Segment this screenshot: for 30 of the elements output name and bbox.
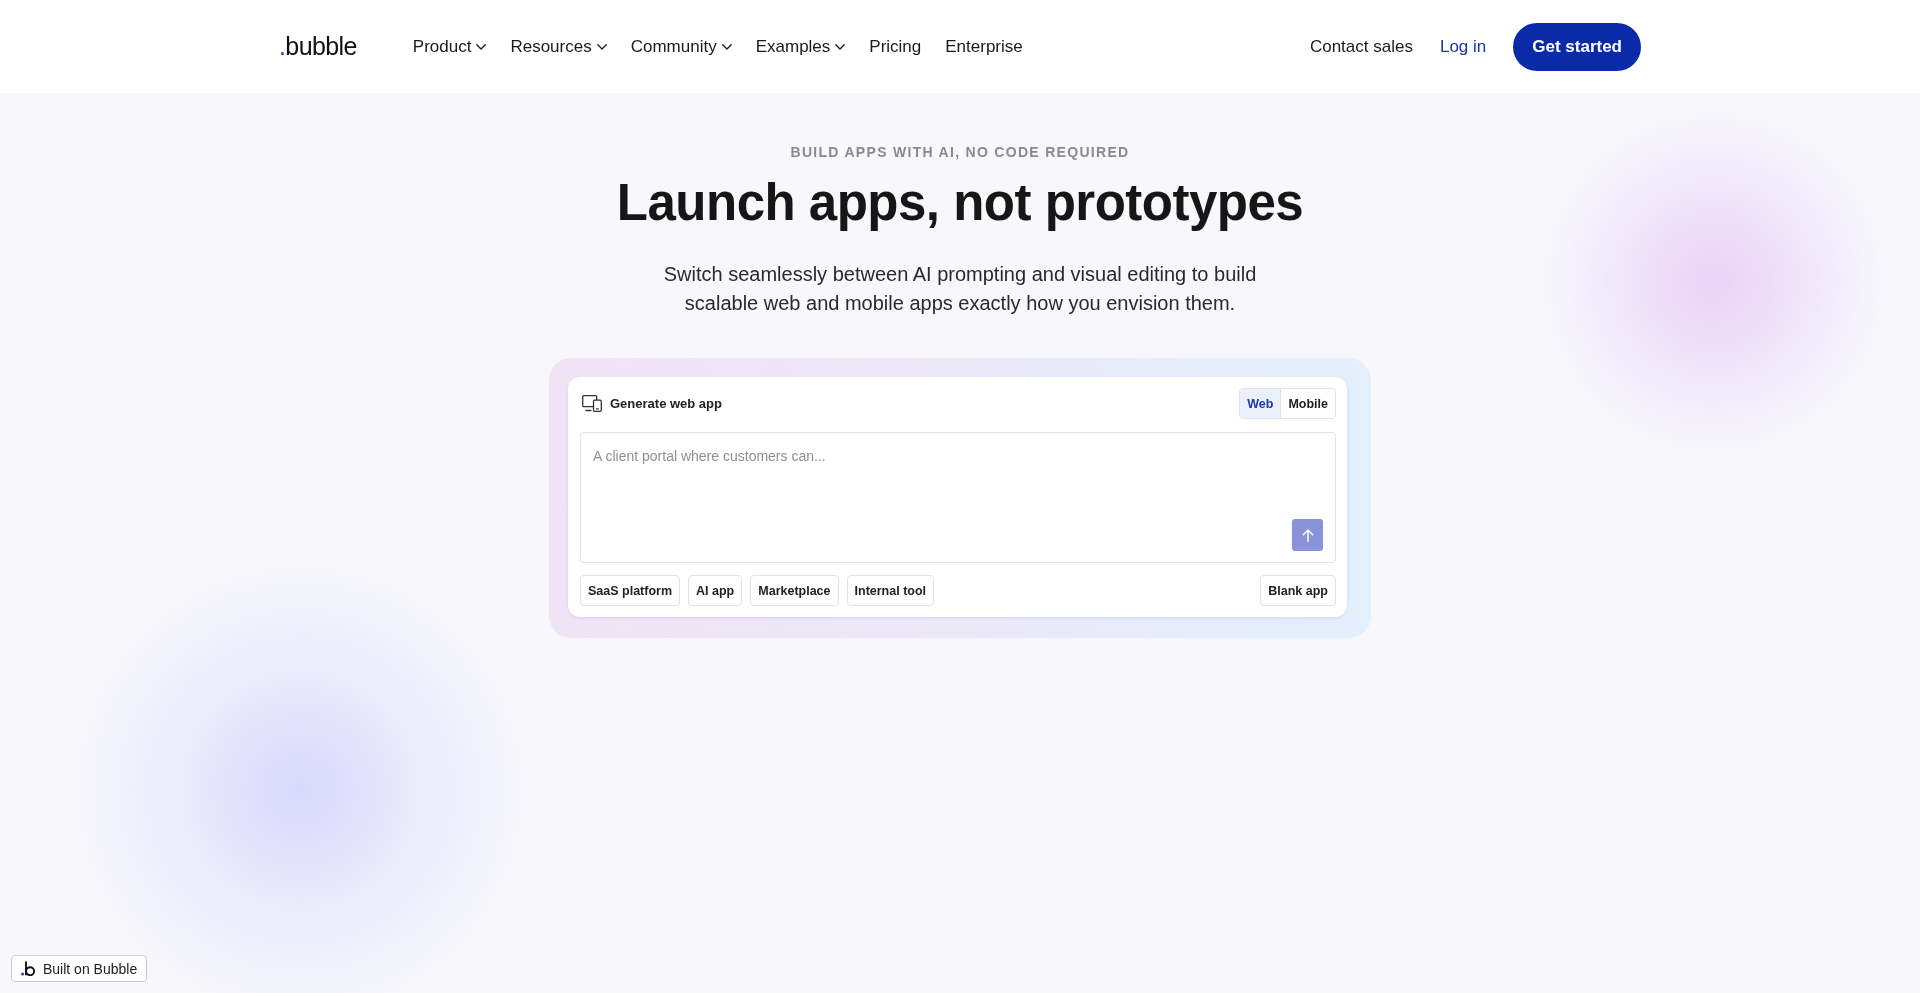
nav-link[interactable]: Pricing	[869, 36, 922, 57]
template-chip[interactable]: AI app	[688, 575, 743, 606]
template-chip[interactable]: SaaS platform	[580, 575, 681, 606]
hero-subtitle: Switch seamlessly between AI prompting and visual editing to build scalable web and mobile apps exactly how you envision them.	[662, 262, 1258, 316]
eyebrow-text: BUILD APPS WITH AI, NO CODE REQUIRED	[789, 143, 1131, 162]
platform-tab[interactable]: Mobile	[1280, 389, 1335, 418]
hero-heading: Launch apps, not prototypes	[615, 173, 1305, 233]
chevron-down-icon	[835, 43, 846, 50]
chevron-down-icon	[596, 43, 607, 50]
built-on-badge[interactable]: Built on Bubble	[11, 955, 148, 982]
logo-icon	[21, 961, 35, 976]
chevron-down-icon	[476, 43, 487, 50]
blank-app-button[interactable]: Blank app	[1260, 575, 1336, 606]
prompt-field[interactable]: A client portal where customers can...	[580, 432, 1336, 563]
login-link[interactable]: Log in	[1439, 36, 1487, 57]
nav-link[interactable]: Community	[630, 36, 732, 57]
site-logo[interactable]: .bubble	[279, 32, 357, 61]
platform-tab[interactable]: Web	[1240, 389, 1281, 418]
chevron-down-icon	[721, 43, 732, 50]
arrow-up-icon	[1301, 528, 1314, 542]
devices-icon	[582, 395, 602, 412]
nav-link[interactable]: Examples	[755, 36, 846, 57]
get-started-button[interactable]: Get started	[1513, 22, 1641, 71]
nav-link[interactable]: Enterprise	[945, 36, 1023, 57]
nav-link[interactable]: Resources	[510, 36, 607, 57]
contact-sales-link[interactable]: Contact sales	[1309, 36, 1413, 57]
card-title: Generate web app	[610, 396, 722, 411]
template-chip[interactable]: Marketplace	[750, 575, 839, 606]
nav-link[interactable]: Product	[412, 36, 487, 57]
template-chip[interactable]: Internal tool	[846, 575, 935, 606]
